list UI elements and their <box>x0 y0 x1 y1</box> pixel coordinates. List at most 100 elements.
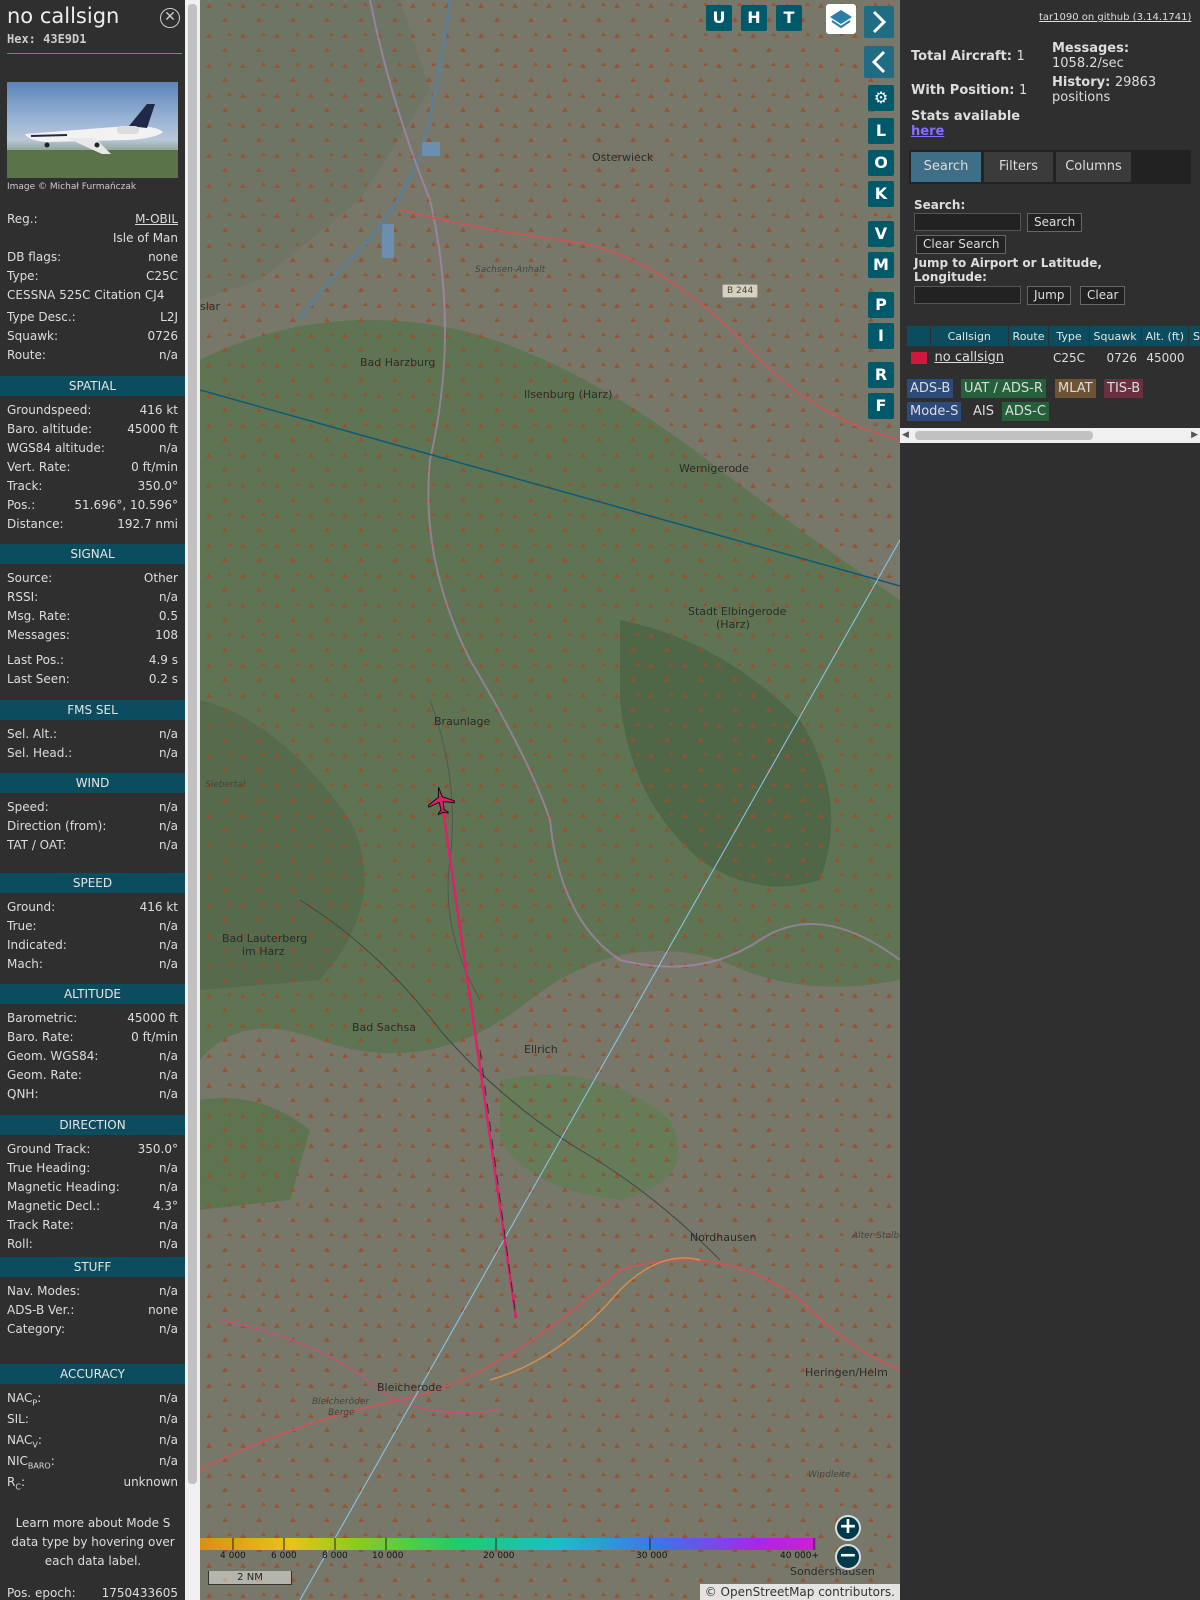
alt-label: 20 000 <box>483 1551 515 1561</box>
source-uat[interactable]: UAT / ADS-R <box>961 379 1046 398</box>
map-attribution[interactable]: © OpenStreetMap contributors. <box>699 1584 900 1600</box>
row-squawk: 0726 <box>1106 350 1138 365</box>
region-label: Siebertal <box>205 780 246 790</box>
aircraft-photo[interactable] <box>7 82 178 178</box>
history-stat: History: 29863 positions <box>1052 75 1157 105</box>
map-button-v[interactable]: V <box>868 221 894 247</box>
panel-scrollbar[interactable] <box>185 0 200 1600</box>
jump-input[interactable] <box>914 286 1021 304</box>
info-row: Route: n/a <box>7 348 178 362</box>
region-label: Bleicheröder <box>312 1397 370 1407</box>
tab-columns[interactable]: Columns <box>1056 152 1131 182</box>
aircraft-list-panel: tar1090 on github (3.14.1741) Total Airc… <box>900 0 1200 1600</box>
col-header[interactable]: Type <box>1048 325 1090 347</box>
info-row: Type: C25C <box>7 269 178 283</box>
layers-icon[interactable] <box>826 4 856 34</box>
source-adsb[interactable]: ADS-B <box>907 379 954 398</box>
region-label: Sachsen-Anhalt <box>475 265 546 275</box>
aircraft-callsign: no callsign <box>7 4 120 28</box>
stats-link[interactable]: here <box>911 124 944 139</box>
section-spatial: SPATIAL <box>0 376 185 396</box>
alt-label: 10 000 <box>372 1551 404 1561</box>
place-label: Bad Lauterberg <box>222 932 308 945</box>
source-tisb[interactable]: TIS-B <box>1104 379 1144 398</box>
signal-row: Last Pos.: 4.9 s <box>7 653 178 667</box>
jump-button[interactable]: Jump <box>1027 286 1072 305</box>
row-callsign[interactable]: no callsign <box>931 347 1009 369</box>
source-mlat[interactable]: MLAT <box>1055 379 1096 398</box>
map-button-o[interactable]: O <box>868 150 894 176</box>
zoom-in-button[interactable]: + <box>835 1515 861 1541</box>
col-header[interactable]: Route <box>1007 325 1050 347</box>
scrollbar-thumb[interactable] <box>188 4 197 1484</box>
map-button-l[interactable]: L <box>868 118 894 144</box>
spatial-row: Vert. Rate: 0 ft/min <box>7 460 178 474</box>
chevron-left-icon[interactable] <box>864 46 894 78</box>
map-button-i[interactable]: I <box>868 323 894 349</box>
map-button-t[interactable]: T <box>776 5 802 31</box>
gear-icon[interactable]: ⚙ <box>868 85 894 111</box>
map-button-m[interactable]: M <box>868 252 894 278</box>
close-icon[interactable]: ✕ <box>160 8 180 28</box>
signal-row: Last Seen: 0.2 s <box>7 672 178 686</box>
spatial-row: Groundspeed: 416 kt <box>7 403 178 417</box>
map-button-f[interactable]: F <box>868 393 894 419</box>
aircraft-info-panel: no callsign Hex: 43E9D1 ✕ Image © Michał… <box>0 0 185 1600</box>
tab-filters[interactable]: Filters <box>984 152 1053 182</box>
fms-row: Sel. Alt.: n/a <box>7 727 178 741</box>
speed-row: Mach: n/a <box>7 957 178 971</box>
chevron-right-icon[interactable] <box>864 6 894 38</box>
alt-label: 6 000 <box>271 1551 297 1561</box>
search-input[interactable] <box>914 213 1021 231</box>
scrollbar-thumb[interactable] <box>915 431 1093 440</box>
place-label: Wernigerode <box>679 462 749 475</box>
clear-button[interactable]: Clear <box>1080 286 1126 305</box>
place-label: slar <box>200 300 221 313</box>
section-wind: WIND <box>0 773 185 793</box>
map-button-u[interactable]: U <box>706 5 732 31</box>
map-canvas <box>200 0 900 1600</box>
source-adsc[interactable]: ADS-C <box>1002 402 1049 421</box>
stuff-row: ADS-B Ver.: none <box>7 1303 178 1317</box>
zoom-out-button[interactable]: − <box>835 1544 861 1570</box>
source-ais[interactable]: AIS <box>970 402 997 421</box>
clear-search-button[interactable]: Clear Search <box>916 235 1007 254</box>
col-header[interactable]: Callsign <box>930 325 1009 347</box>
info-row: DB flags: none <box>7 250 178 264</box>
place-label: Bad Sachsa <box>352 1021 416 1034</box>
altitude-row: Baro. Rate: 0 ft/min <box>7 1030 178 1044</box>
aircraft-table: Callsign Route Type Squawk Alt. (ft) S n… <box>906 325 1200 369</box>
speed-row: True: n/a <box>7 919 178 933</box>
alt-label: 30 000 <box>636 1551 668 1561</box>
place-label: Heringen/Helm <box>805 1366 888 1379</box>
map-button-k[interactable]: K <box>868 181 894 207</box>
map-view[interactable]: Osterwieck Bad Harzburg Ilsenburg (Harz) We… <box>200 0 900 1600</box>
table-hscrollbar[interactable]: ◀ ▶ <box>900 428 1200 443</box>
map-button-h[interactable]: H <box>741 5 767 31</box>
info-row: CESSNA 525C Citation CJ4 <box>7 288 165 302</box>
col-header[interactable]: Squawk <box>1088 325 1142 347</box>
road-shield: B 244 <box>722 284 759 298</box>
map-button-p[interactable]: P <box>868 292 894 318</box>
github-link[interactable]: tar1090 on github (3.14.1741) <box>1039 12 1191 23</box>
speed-row: Indicated: n/a <box>7 938 178 952</box>
direction-row: Magnetic Heading: n/a <box>7 1180 178 1194</box>
place-label: Bad Harzburg <box>360 356 436 369</box>
section-direction: DIRECTION <box>0 1115 185 1135</box>
panel-empty-area <box>900 443 1200 1600</box>
signal-row: Source: Other <box>7 571 178 585</box>
col-header[interactable]: Alt. (ft) <box>1140 325 1190 347</box>
place-label: Bleicherode <box>377 1381 442 1394</box>
row-route <box>1008 347 1049 369</box>
table-row[interactable]: no callsign C25C 0726 45000 <box>907 347 1200 369</box>
flag-icon <box>907 347 931 369</box>
col-header[interactable]: S <box>1188 325 1200 347</box>
signal-row: Msg. Rate: 0.5 <box>7 609 178 623</box>
altitude-scale-labels: 4 000 6 000 8 000 10 000 20 000 30 000 4… <box>200 1551 820 1565</box>
map-button-r[interactable]: R <box>868 362 894 388</box>
search-button[interactable]: Search <box>1027 213 1083 232</box>
source-modes[interactable]: Mode-S <box>907 402 962 421</box>
mode-s-note: Learn more about Mode S data type by hov… <box>11 1516 175 1568</box>
col-header[interactable] <box>906 325 931 347</box>
tab-search[interactable]: Search <box>911 152 981 182</box>
